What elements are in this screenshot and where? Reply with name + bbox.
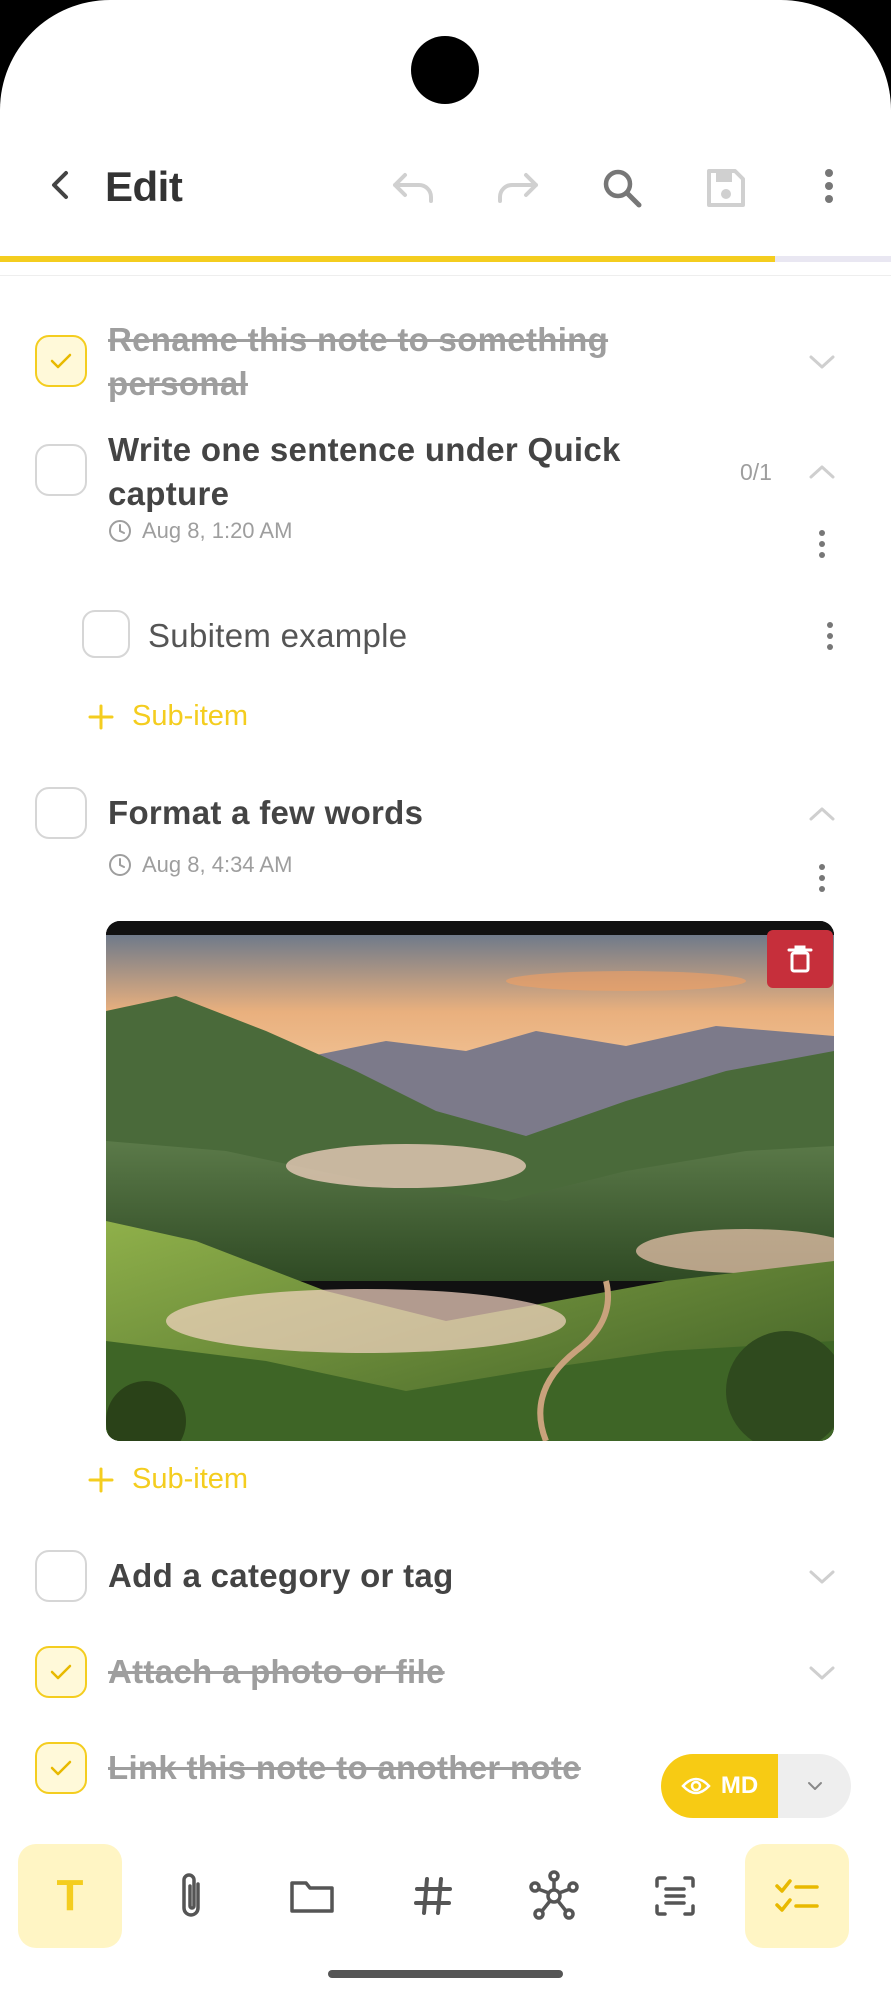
progress-bar-fill [0, 256, 776, 262]
task-more-button[interactable] [812, 858, 832, 898]
task-more-button[interactable] [812, 524, 832, 564]
phone-screen: Edit Rename this note to something perso… [0, 0, 891, 2000]
check-icon [50, 1664, 72, 1680]
folder-button[interactable] [260, 1844, 364, 1948]
expand-chevron[interactable] [802, 342, 842, 382]
task-checkbox[interactable] [35, 787, 87, 839]
task-checkbox[interactable] [35, 335, 87, 387]
page-title: Edit [105, 163, 183, 210]
trash-icon [787, 945, 813, 973]
back-button[interactable] [36, 160, 86, 210]
checklist-button[interactable] [745, 1844, 849, 1948]
text-format-icon: T [56, 1871, 84, 1920]
undo-button[interactable] [385, 160, 441, 216]
md-label: MD [720, 1772, 759, 1799]
paperclip-icon [182, 1873, 200, 1917]
link-note-button[interactable] [502, 1844, 606, 1948]
back-arrow-icon [52, 171, 68, 199]
scan-text-button[interactable] [623, 1844, 727, 1948]
graph-link-icon [529, 1870, 579, 1920]
task-checkbox[interactable] [35, 1646, 87, 1698]
plus-icon [88, 704, 114, 729]
markdown-mode-dropdown[interactable] [778, 1754, 851, 1818]
eye-icon [681, 1777, 711, 1795]
check-icon [50, 353, 72, 369]
checklist-icon [775, 1879, 819, 1912]
chevron-down-icon [809, 355, 835, 369]
redo-button[interactable] [490, 160, 546, 216]
chevron-up-icon [809, 465, 835, 479]
markdown-preview-toggle[interactable]: MD [661, 1754, 778, 1818]
task-timestamp: Aug 8, 4:34 AM [108, 852, 292, 878]
task-title[interactable]: Format a few words [108, 791, 668, 835]
chevron-down-icon [809, 1570, 835, 1584]
text-scan-icon [655, 1876, 695, 1916]
header-divider [0, 275, 891, 276]
save-button[interactable] [698, 160, 754, 216]
attached-photo[interactable] [106, 921, 834, 1441]
collapse-chevron[interactable] [802, 794, 842, 834]
more-options-button[interactable] [819, 166, 839, 206]
expand-chevron[interactable] [802, 1653, 842, 1693]
check-icon [50, 1760, 72, 1776]
clock-icon [109, 520, 131, 542]
add-subitem-label: Sub-item [132, 700, 249, 732]
subitem-checkbox[interactable] [82, 610, 130, 658]
plus-icon [88, 1467, 114, 1492]
timestamp-text: Aug 8, 4:34 AM [142, 852, 293, 877]
chevron-down-icon [807, 1782, 822, 1790]
add-subitem-label: Sub-item [132, 1463, 249, 1495]
save-icon [707, 169, 745, 207]
home-indicator [328, 1970, 563, 1978]
task-checkbox[interactable] [35, 1550, 87, 1602]
collapse-chevron[interactable] [802, 452, 842, 492]
text-format-button[interactable]: T [18, 1844, 122, 1948]
task-title[interactable]: Attach a photo or file [108, 1650, 668, 1694]
chevron-down-icon [809, 1666, 835, 1680]
expand-chevron[interactable] [802, 1557, 842, 1597]
search-button[interactable] [594, 160, 650, 216]
task-title[interactable]: Rename this note to something personal [108, 318, 668, 406]
subitem-title[interactable]: Subitem example [148, 617, 407, 655]
chevron-up-icon [809, 807, 835, 821]
camera-cutout [411, 36, 479, 104]
task-title[interactable]: Write one sentence under Quick capture [108, 428, 668, 516]
landscape-photo [106, 921, 834, 1441]
tag-button[interactable] [381, 1844, 485, 1948]
undo-icon [393, 173, 433, 203]
folder-icon [290, 1881, 334, 1913]
add-subitem-button[interactable]: Sub-item [88, 1463, 248, 1496]
subitem-count: 0/1 [740, 459, 772, 485]
task-timestamp: Aug 8, 1:20 AM [108, 518, 292, 544]
task-title[interactable]: Link this note to another note [108, 1746, 668, 1790]
clock-icon [109, 854, 131, 876]
delete-photo-button[interactable] [767, 930, 833, 988]
task-checkbox[interactable] [35, 444, 87, 496]
task-checkbox[interactable] [35, 1742, 87, 1794]
subitem-more-button[interactable] [820, 616, 840, 656]
task-title[interactable]: Add a category or tag [108, 1554, 668, 1598]
timestamp-text: Aug 8, 1:20 AM [142, 518, 293, 543]
search-icon [603, 169, 642, 208]
redo-icon [498, 173, 538, 203]
add-subitem-button[interactable]: Sub-item [88, 700, 248, 733]
progress-bar [0, 256, 891, 262]
hashtag-icon [414, 1877, 452, 1915]
attach-file-button[interactable] [139, 1844, 243, 1948]
